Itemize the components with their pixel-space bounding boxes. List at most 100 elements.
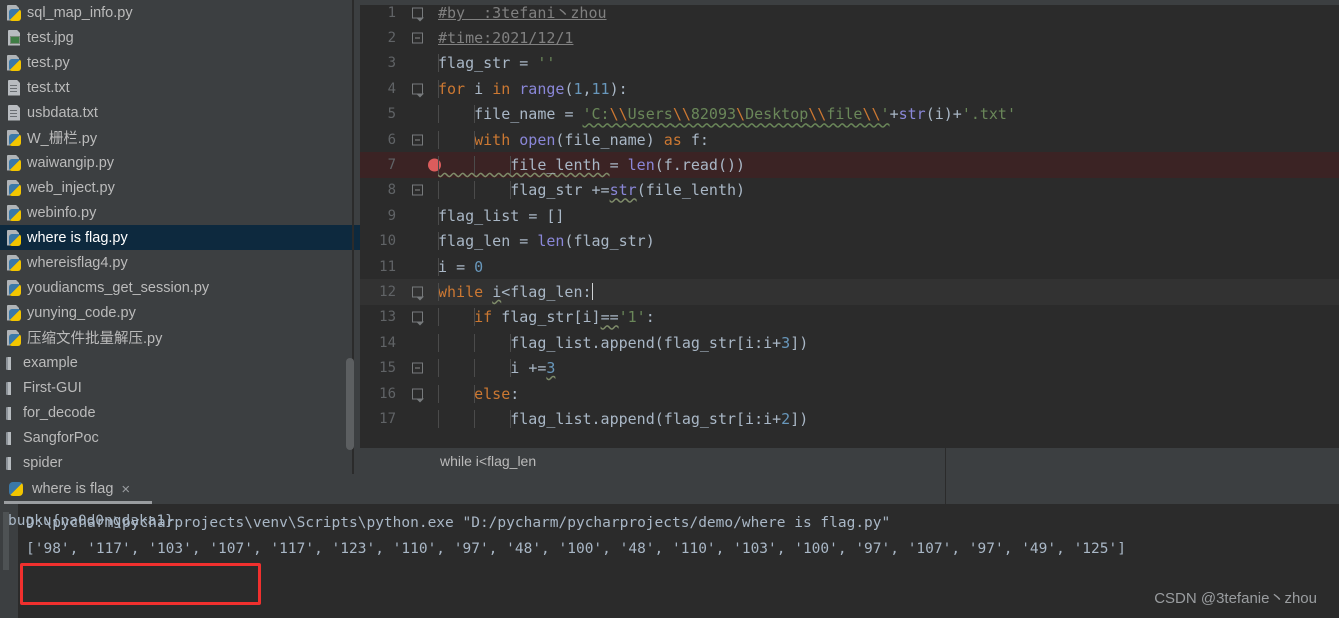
gutter-markers[interactable] [400, 355, 434, 380]
indent-guide [474, 409, 475, 428]
gutter-markers[interactable] [400, 127, 434, 152]
tree-item-label: W_栅栏.py [27, 131, 98, 147]
code-text: i +=3 [434, 359, 555, 378]
code-text: flag_len = len(flag_str) [434, 232, 655, 251]
tree-item-file[interactable]: sql_map_info.py [0, 0, 360, 25]
gutter-markers[interactable] [400, 406, 434, 431]
code-line[interactable]: 1 #by :3tefani丶zhou [360, 0, 1339, 25]
tree-item-file[interactable]: where is flag.py [0, 225, 360, 250]
gutter-markers[interactable] [400, 279, 434, 304]
tree-item-file[interactable]: 压缩文件批量解压.py [0, 325, 360, 350]
code-token: '' [537, 54, 556, 73]
code-line[interactable]: 4 for i in range(1,11): [360, 76, 1339, 101]
code-line[interactable]: 13 if flag_str[i]=='1': [360, 305, 1339, 330]
python-file-icon [6, 230, 22, 246]
code-text: flag_list.append(flag_str[i:i+2]) [434, 409, 808, 428]
project-tree-panel[interactable]: sql_map_info.py test.jpg test.py test.txt us… [0, 0, 360, 474]
run-console-output[interactable]: D:\pycharm\pycharprojects\venv\Scripts\p… [0, 504, 1339, 618]
gutter-markers[interactable] [400, 178, 434, 203]
tree-item-file[interactable]: test.txt [0, 75, 360, 100]
tree-item-file[interactable]: test.jpg [0, 25, 360, 50]
tree-item-folder[interactable]: for_decode [0, 400, 360, 425]
close-icon[interactable]: × [121, 482, 130, 497]
code-token: file_lenth [438, 156, 610, 175]
fold-collapse-icon[interactable] [412, 311, 424, 326]
code-text: flag_str = '' [434, 54, 556, 73]
gutter-markers[interactable] [400, 381, 434, 406]
fold-end-icon[interactable] [412, 134, 423, 146]
tree-item-folder[interactable]: SangforPoc [0, 425, 360, 450]
tree-item-label: yunying_code.py [27, 304, 136, 321]
tree-item-file[interactable]: yunying_code.py [0, 300, 360, 325]
tree-item-folder[interactable]: example [0, 350, 360, 375]
code-line[interactable]: 11 i = 0 [360, 254, 1339, 279]
tree-item-file[interactable]: waiwangip.py [0, 150, 360, 175]
code-line[interactable]: 14 flag_list.append(flag_str[i:i+3]) [360, 330, 1339, 355]
folder-icon [2, 455, 18, 471]
line-number: 3 [387, 55, 396, 72]
gutter-markers[interactable] [400, 102, 434, 127]
code-line[interactable]: 2 #time:2021/12/1 [360, 25, 1339, 50]
code-line[interactable]: 15 i +=3 [360, 355, 1339, 380]
tree-item-file[interactable]: W_栅栏.py [0, 125, 360, 150]
code-line[interactable]: 6 with open(file_name) as f: [360, 127, 1339, 152]
code-token: flag_str [438, 181, 592, 200]
gutter-markers[interactable] [400, 203, 434, 228]
code-text: i = 0 [434, 257, 483, 276]
indent-guide [474, 333, 475, 352]
tree-item-file[interactable]: usbdata.txt [0, 100, 360, 125]
sidebar-scrollbar[interactable] [346, 0, 354, 474]
tree-item-file[interactable]: webinfo.py [0, 200, 360, 225]
project-tree-list[interactable]: sql_map_info.py test.jpg test.py test.txt us… [0, 0, 360, 474]
gutter-markers[interactable] [400, 254, 434, 279]
tree-item-folder[interactable]: spider [0, 450, 360, 474]
run-tabbar-divider [945, 474, 946, 504]
sidebar-scrollbar-thumb[interactable] [346, 358, 354, 450]
tree-item-file[interactable]: web_inject.py [0, 175, 360, 200]
indent-guide [438, 333, 439, 352]
gutter-markers[interactable] [400, 0, 434, 25]
tree-item-file[interactable]: test.py [0, 50, 360, 75]
console-list-output: ['98', '117', '103', '107', '117', '123'… [26, 541, 1126, 557]
fold-collapse-icon[interactable] [412, 7, 424, 22]
fold-collapse-icon[interactable] [412, 286, 424, 301]
tree-item-file[interactable]: whereisflag4.py [0, 250, 360, 275]
code-token: flag_list.append(flag_str[i:i [438, 333, 773, 352]
code-line[interactable]: 17 flag_list.append(flag_str[i:i+2]) [360, 406, 1339, 431]
code-line[interactable]: 16 else: [360, 381, 1339, 406]
indent-guide [510, 333, 511, 352]
run-tab[interactable]: where is flag × [0, 474, 140, 504]
code-line[interactable]: 5 file_name = 'C:\\Users\\82093\Desktop\… [360, 102, 1339, 127]
tree-item-folder[interactable]: First-GUI [0, 375, 360, 400]
gutter-markers[interactable] [400, 25, 434, 50]
code-line[interactable]: 3 flag_str = '' [360, 51, 1339, 76]
fold-end-icon[interactable] [412, 184, 423, 196]
code-line[interactable]: 8 flag_str +=str(file_lenth) [360, 178, 1339, 203]
code-editor[interactable]: 1 #by :3tefani丶zhou 2 #time:2021/12/1 3 flag_… [360, 0, 1339, 448]
code-token: + [889, 105, 899, 124]
gutter-markers[interactable] [400, 330, 434, 355]
code-line[interactable]: 10 flag_len = len(flag_str) [360, 229, 1339, 254]
tree-item-file[interactable]: youdiancms_get_session.py [0, 275, 360, 300]
run-panel: where is flag × D:\pycharm\pycharproject… [0, 474, 1339, 618]
code-text: flag_list.append(flag_str[i:i+3]) [434, 333, 808, 352]
code-line[interactable]: 7 file_lenth = len(f.read()) [360, 152, 1339, 178]
fold-collapse-icon[interactable] [412, 83, 424, 98]
code-token: i [438, 257, 457, 276]
code-token: \ [736, 105, 746, 124]
code-lines[interactable]: 1 #by :3tefani丶zhou 2 #time:2021/12/1 3 flag_… [360, 0, 1339, 432]
code-token: len [627, 156, 655, 175]
gutter-markers[interactable] [400, 76, 434, 101]
gutter-markers[interactable] [400, 51, 434, 76]
fold-collapse-icon[interactable] [412, 388, 424, 403]
code-text: flag_str +=str(file_lenth) [434, 181, 745, 200]
gutter-markers[interactable] [400, 305, 434, 330]
gutter-markers[interactable] [400, 229, 434, 254]
code-line[interactable]: 12 while i<flag_len: [360, 279, 1339, 305]
fold-end-icon[interactable] [412, 32, 423, 44]
fold-end-icon[interactable] [412, 362, 423, 374]
gutter-markers[interactable] [400, 152, 441, 177]
code-line[interactable]: 9 flag_list = [] [360, 203, 1339, 228]
